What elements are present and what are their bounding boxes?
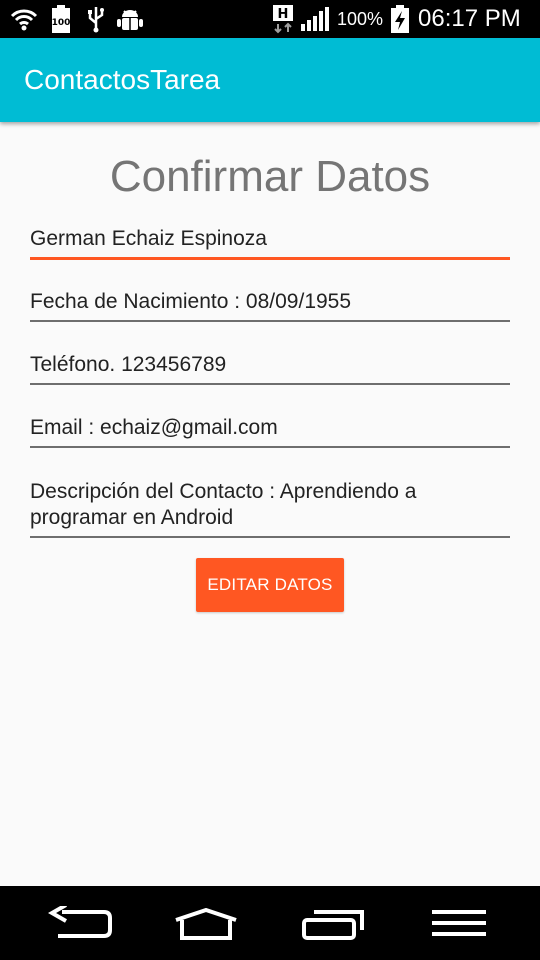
menu-icon[interactable]: [430, 908, 488, 938]
svg-text:H: H: [278, 7, 289, 22]
birthdate-field[interactable]: Fecha de Nacimiento : 08/09/1955: [30, 289, 510, 322]
navigation-bar: [0, 886, 540, 960]
recent-apps-icon[interactable]: [300, 906, 366, 942]
status-bar: 100 H 100% 06:17 PM: [0, 0, 540, 38]
main-content: Confirmar Datos German Echaiz Espinoza F…: [0, 122, 540, 886]
name-field[interactable]: German Echaiz Espinoza: [30, 226, 510, 260]
battery-100-indicator-icon: 100: [52, 5, 71, 33]
network-type-icon: H: [273, 5, 293, 34]
app-title: ContactosTarea: [24, 64, 221, 95]
page-title: Confirmar Datos: [109, 152, 431, 201]
email-field[interactable]: Email : echaiz@gmail.com: [30, 415, 510, 448]
android-debug-icon: [117, 10, 143, 30]
battery-percent: 100%: [337, 9, 384, 29]
battery-charging-icon: [391, 5, 409, 33]
clock: 06:17 PM: [418, 5, 521, 32]
back-icon[interactable]: [48, 906, 114, 940]
app-bar: ContactosTarea: [0, 38, 540, 122]
edit-data-button[interactable]: EDITAR DATOS: [196, 558, 344, 612]
wifi-icon: [10, 9, 38, 31]
usb-icon: [88, 7, 104, 33]
signal-strength-icon: [301, 7, 329, 31]
description-field[interactable]: Descripción del Contacto : Aprendiendo a…: [30, 479, 510, 538]
phone-field[interactable]: Teléfono. 123456789: [30, 352, 510, 385]
svg-text:100: 100: [52, 18, 71, 28]
home-icon[interactable]: [172, 908, 240, 942]
